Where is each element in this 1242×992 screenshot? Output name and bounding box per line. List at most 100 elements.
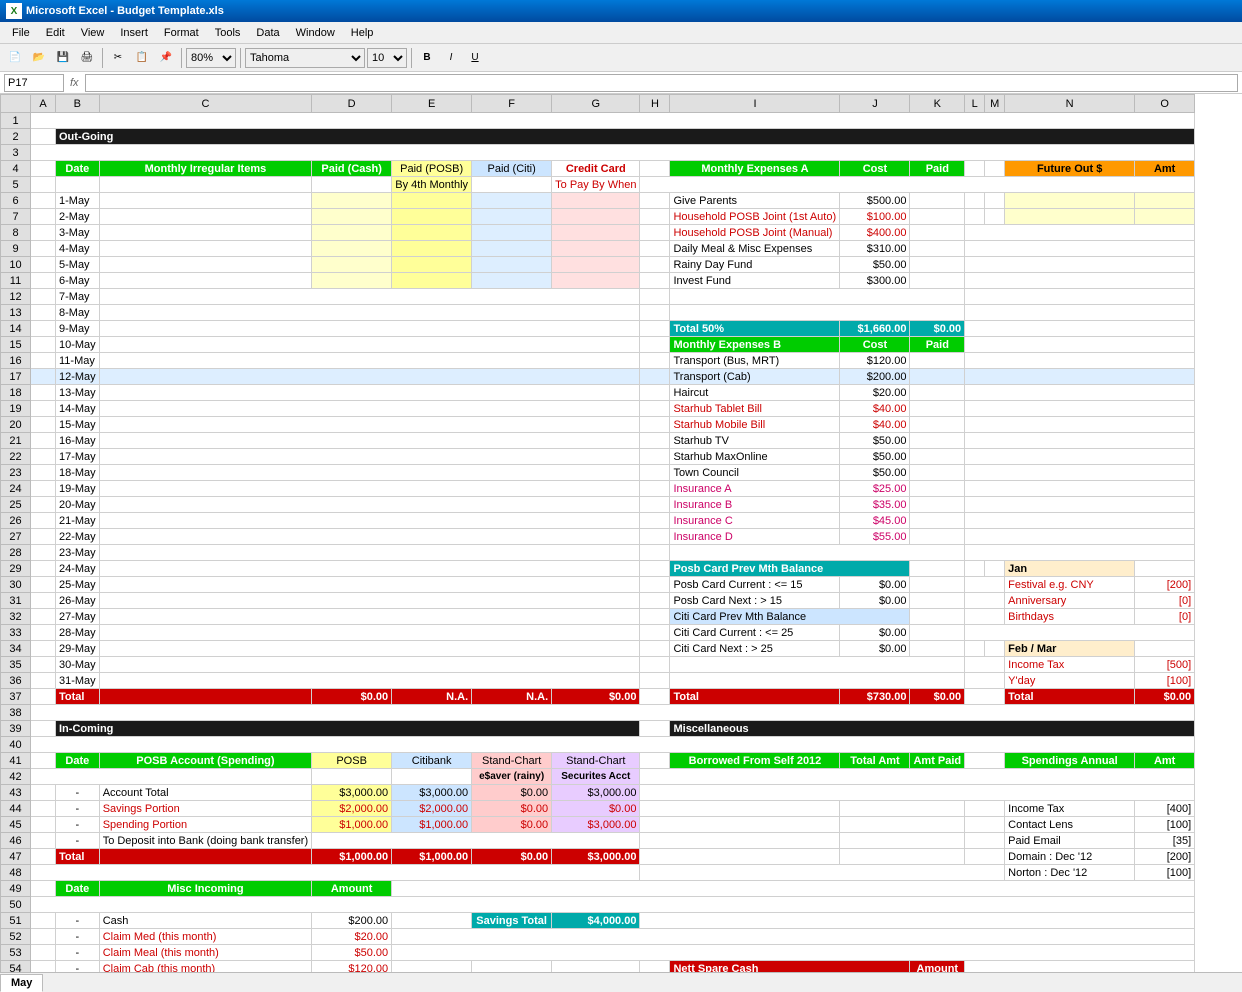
expense-b-paid-9[interactable] (910, 481, 965, 497)
cash-10[interactable] (312, 257, 392, 273)
col-header-b[interactable]: B (56, 95, 100, 113)
expense-a-paid-1[interactable] (910, 193, 965, 209)
sep-37[interactable] (640, 689, 670, 705)
cell-39a[interactable] (31, 721, 56, 737)
expense-b-paid-4[interactable] (910, 401, 965, 417)
col-header-d[interactable]: D (312, 95, 392, 113)
cell-45l[interactable] (965, 817, 1005, 833)
row50-data[interactable] (31, 897, 1195, 913)
cell-13l[interactable] (965, 305, 1195, 321)
cell-52a[interactable] (31, 929, 56, 945)
cell-34m[interactable] (985, 641, 1005, 657)
underline-button[interactable]: U (464, 47, 486, 69)
cell-51a[interactable] (31, 913, 56, 929)
cell-30l[interactable] (965, 577, 1005, 593)
date-9[interactable]: 4-May (56, 241, 100, 257)
cell-25l[interactable] (965, 497, 1195, 513)
cell-47c[interactable] (99, 849, 311, 865)
expense-b-paid-3[interactable] (910, 385, 965, 401)
cell-10a[interactable] (31, 257, 56, 273)
date-17[interactable]: 12-May (56, 369, 100, 385)
cell-48h[interactable] (640, 865, 1005, 881)
menu-help[interactable]: Help (343, 25, 382, 41)
sep-8[interactable] (640, 225, 670, 241)
sep-17[interactable] (640, 369, 670, 385)
posb-10[interactable] (392, 257, 472, 273)
date-27[interactable]: 22-May (56, 529, 100, 545)
sep-31[interactable] (640, 593, 670, 609)
cell-5c[interactable] (99, 177, 311, 193)
paste-button[interactable]: 📌 (155, 47, 177, 69)
cell-9a[interactable] (31, 241, 56, 257)
misc-date-51[interactable]: - (56, 913, 100, 929)
cell-17a[interactable] (31, 369, 56, 385)
date-33[interactable]: 28-May (56, 625, 100, 641)
expense-b-paid-12[interactable] (910, 529, 965, 545)
cell-4l[interactable] (965, 161, 985, 177)
expense-b-paid-11[interactable] (910, 513, 965, 529)
cc-8[interactable] (552, 225, 640, 241)
sep-18[interactable] (640, 385, 670, 401)
cell-8a[interactable] (31, 225, 56, 241)
cell-5f[interactable] (472, 177, 552, 193)
row38-data[interactable] (31, 705, 1195, 721)
col-header-j[interactable]: J (840, 95, 910, 113)
cell-21a[interactable] (31, 433, 56, 449)
cell-20l[interactable] (965, 417, 1195, 433)
row24-data[interactable] (99, 481, 640, 497)
cell-33l[interactable] (965, 625, 1195, 641)
date-23[interactable]: 18-May (56, 465, 100, 481)
sep-54[interactable] (640, 961, 670, 973)
row15-data[interactable] (99, 337, 640, 353)
cell-7l[interactable] (965, 209, 985, 225)
row28-data[interactable] (99, 545, 640, 561)
date-24[interactable]: 19-May (56, 481, 100, 497)
expense-a-paid-5[interactable] (910, 257, 965, 273)
posb-6[interactable] (392, 193, 472, 209)
cell-6a[interactable] (31, 193, 56, 209)
cell-53a[interactable] (31, 945, 56, 961)
citi-next-paid[interactable] (910, 641, 965, 657)
row27-data[interactable] (99, 529, 640, 545)
cell-6m[interactable] (985, 193, 1005, 209)
sep-29[interactable] (640, 561, 670, 577)
italic-button[interactable]: I (440, 47, 462, 69)
posb-next-paid[interactable] (910, 593, 965, 609)
cell-45j[interactable] (840, 817, 965, 833)
future-amt-6[interactable] (1135, 193, 1195, 209)
sep-28[interactable] (640, 545, 670, 561)
citi-7[interactable] (472, 209, 552, 225)
cc-6[interactable] (552, 193, 640, 209)
future-6[interactable] (1005, 193, 1135, 209)
row16-data[interactable] (99, 353, 640, 369)
cell-21l[interactable] (965, 433, 1195, 449)
expense-b-paid-5[interactable] (910, 417, 965, 433)
row48-data[interactable] (31, 865, 640, 881)
sep-25[interactable] (640, 497, 670, 513)
date-34[interactable]: 29-May (56, 641, 100, 657)
bold-button[interactable]: B (416, 47, 438, 69)
cc-7[interactable] (552, 209, 640, 225)
date-22[interactable]: 17-May (56, 449, 100, 465)
irregular-7[interactable] (99, 209, 311, 225)
cc-11[interactable] (552, 273, 640, 289)
date-18[interactable]: 13-May (56, 385, 100, 401)
cell-12l[interactable] (965, 289, 1195, 305)
cell-27a[interactable] (31, 529, 56, 545)
cell-4a[interactable] (31, 161, 56, 177)
cell-54g[interactable] (552, 961, 640, 973)
row32-data[interactable] (99, 609, 640, 625)
cell-37a[interactable] (31, 689, 56, 705)
cell-12a[interactable] (31, 289, 56, 305)
sep-21[interactable] (640, 433, 670, 449)
irregular-6[interactable] (99, 193, 311, 209)
cell-24l[interactable] (965, 481, 1195, 497)
expense-a-paid-3[interactable] (910, 225, 965, 241)
cell-37l[interactable] (965, 689, 1005, 705)
sep-41[interactable] (640, 753, 670, 769)
acc-date-46[interactable]: - (56, 833, 100, 849)
cell-41a[interactable] (31, 753, 56, 769)
citi-11[interactable] (472, 273, 552, 289)
row17-data[interactable] (99, 369, 640, 385)
cell-16l[interactable] (965, 353, 1195, 369)
